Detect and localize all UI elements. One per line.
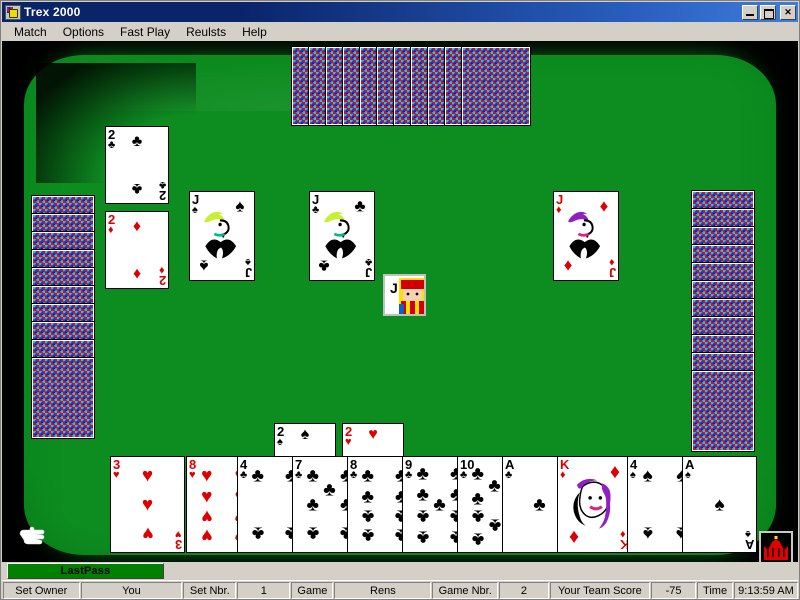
maximize-button[interactable]: [760, 4, 776, 20]
menu-item-match[interactable]: Match: [6, 23, 55, 41]
card-pips: ♣ ♣: [131, 133, 143, 197]
window-buttons: ✕: [742, 4, 796, 20]
turn-pointer: [18, 525, 48, 547]
svg-text:J: J: [390, 280, 398, 296]
last-pass-button[interactable]: LastPass: [7, 563, 164, 579]
status-area: LastPass Set Owner You Set Nbr. 1 Game Rens Ga…: [2, 562, 798, 599]
jack-card-icon: J: [385, 276, 424, 314]
menu-item-help[interactable]: Help: [234, 23, 275, 41]
status-label-time: Time: [697, 582, 733, 599]
west-captured-card[interactable]: 2 ♦ 2 ♦ ♦ ♦: [105, 211, 169, 289]
game-table[interactable]: 2♣2♣♣♣2♦2♦♦♦ J♠J♠♠♠J♣J♣♣♣J♦J♦♦♦ 2♠2♠♠♠2♥…: [2, 41, 798, 562]
status-value-time: 9:13:59 AM: [733, 582, 798, 599]
king-crown-indicator: [759, 531, 793, 562]
west-card-back[interactable]: [31, 357, 95, 439]
title-bar: Trex 2000 ✕: [2, 2, 798, 22]
face-card-art: [554, 192, 618, 280]
card-pips: ♦ ♦: [132, 218, 142, 282]
west-captured-card[interactable]: 2 ♣ 2 ♣ ♣ ♣: [105, 126, 169, 204]
player-card-3-hearts[interactable]: 3 ♥ 3 ♥ ♥ ♥ ♥: [110, 456, 185, 553]
app-icon: [5, 4, 21, 20]
status-label-your-team-score: Your Team Score: [549, 582, 650, 599]
status-label-game-nbr: Game Nbr.: [432, 582, 498, 599]
status-value-set-owner: You: [80, 582, 183, 599]
card-pips: ♥ ♥ ♥: [141, 465, 154, 544]
status-value-your-team-score: -75: [650, 582, 697, 599]
status-value-game: Rens: [334, 582, 432, 599]
status-label-set-owner: Set Owner: [3, 582, 80, 599]
card-pips: ♠: [714, 494, 725, 515]
pointing-hand-icon: [19, 526, 45, 545]
status-bar: Set Owner You Set Nbr. 1 Game Rens Game Nbr. 2 Y…: [2, 580, 798, 599]
menu-bar: Match Options Fast Play Reulsts Help: [2, 22, 798, 41]
trick-card-east[interactable]: J ♦ J ♦ ♦ ♦: [553, 191, 619, 281]
face-card-art: [190, 192, 254, 280]
north-card-back[interactable]: [461, 46, 531, 126]
menu-item-options[interactable]: Options: [55, 23, 112, 41]
east-card-back[interactable]: [691, 370, 755, 452]
trick-card-north[interactable]: J ♣ J ♣ ♣ ♣: [309, 191, 375, 281]
menu-item-fast-play[interactable]: Fast Play: [112, 23, 178, 41]
player-card-A-spades[interactable]: A ♠ A ♠ ♠: [682, 456, 757, 553]
close-button[interactable]: ✕: [780, 4, 796, 20]
status-value-game-nbr: 2: [498, 582, 549, 599]
status-label-set-nbr: Set Nbr.: [183, 582, 237, 599]
crown-icon: [761, 533, 791, 562]
minimize-button[interactable]: [742, 4, 758, 20]
last-pass-row: LastPass: [2, 562, 798, 580]
status-label-game: Game: [291, 582, 334, 599]
menu-item-reulsts[interactable]: Reulsts: [178, 23, 234, 41]
trick-card-west[interactable]: J ♠ J ♠ ♠ ♠: [189, 191, 255, 281]
app-window: Trex 2000 ✕ Match Options Fast Play Reulsts…: [0, 0, 800, 600]
window-title: Trex 2000: [24, 5, 81, 19]
player-card-K-diamonds[interactable]: K ♦ K ♦ ♦ ♦: [557, 456, 632, 553]
face-card-art: [558, 457, 631, 552]
lead-card-indicator: J: [383, 274, 426, 316]
status-value-set-nbr: 1: [237, 582, 291, 599]
face-card-art: [310, 192, 374, 280]
